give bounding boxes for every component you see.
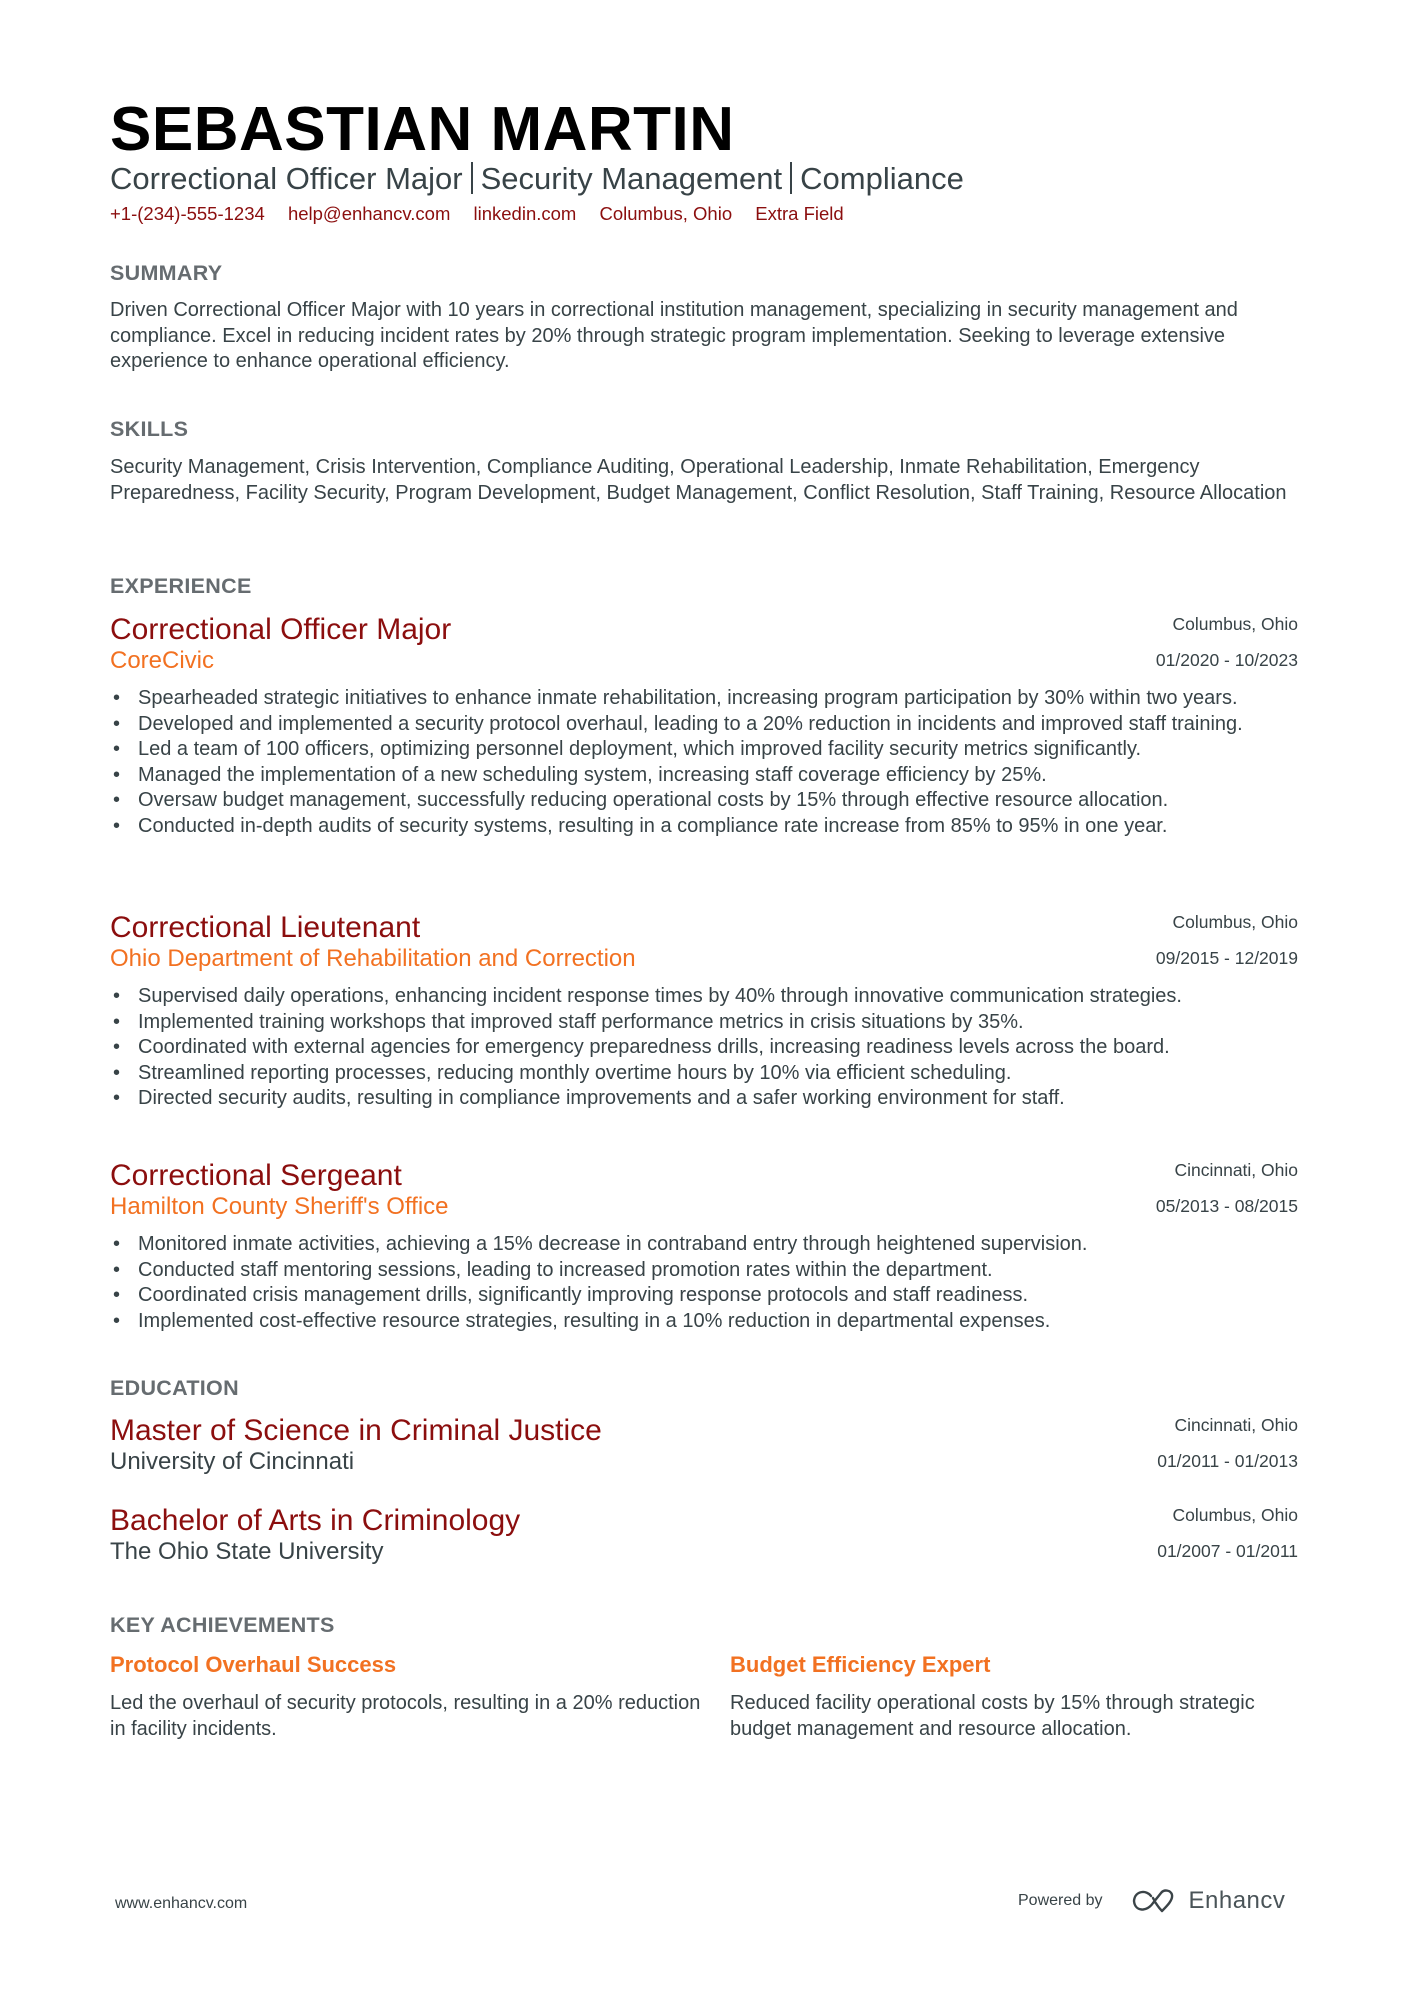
job-dates: 09/2015 - 12/2019 — [1155, 948, 1298, 968]
job-dates: 01/2020 - 10/2023 — [1155, 650, 1298, 670]
achievement-title: Budget Efficiency Expert — [730, 1652, 991, 1677]
skills-heading: SKILLS — [110, 417, 189, 441]
contact-linkedin[interactable]: linkedin.com — [474, 203, 577, 224]
achievements-heading: KEY ACHIEVEMENTS — [110, 1613, 335, 1637]
bullet-item: Implemented cost-effective resource stra… — [113, 1309, 1310, 1335]
job-bullets: Supervised daily operations, enhancing i… — [110, 984, 1310, 1112]
company-name: Ohio Department of Rehabilitation and Co… — [110, 945, 636, 972]
headline-part: Correctional Officer Major — [110, 161, 463, 196]
school-name: The Ohio State University — [110, 1538, 384, 1565]
footer-website[interactable]: www.enhancv.com — [115, 1895, 247, 1913]
job-title: Correctional Officer Major — [110, 613, 452, 646]
candidate-name: SEBASTIAN MARTIN — [110, 95, 735, 164]
bullet-item: Conducted staff mentoring sessions, lead… — [113, 1258, 1310, 1284]
bullet-item: Supervised daily operations, enhancing i… — [113, 984, 1310, 1010]
enhancv-logo[interactable]: Enhancv — [1131, 1887, 1286, 1915]
achievement-item: Budget Efficiency Expert Reduced facilit… — [730, 1651, 1308, 1742]
contact-email[interactable]: help@enhancv.com — [288, 203, 450, 224]
skills-text: Security Management, Crisis Intervention… — [110, 456, 1287, 504]
contact-extra: Extra Field — [755, 203, 844, 224]
bullet-item: Implemented training workshops that impr… — [113, 1010, 1310, 1036]
job-dates: 05/2013 - 08/2015 — [1155, 1196, 1298, 1216]
brand-name: Enhancv — [1188, 1887, 1286, 1914]
experience-heading: EXPERIENCE — [110, 574, 252, 598]
summary-heading: SUMMARY — [110, 261, 223, 285]
job-title: Correctional Sergeant — [110, 1159, 402, 1192]
achievement-description: Led the overhaul of security protocols, … — [110, 1692, 701, 1740]
job-location: Cincinnati, Ohio — [1174, 1160, 1298, 1180]
job-bullets: Spearheaded strategic initiatives to enh… — [110, 686, 1310, 839]
headline: Correctional Officer Major Security Manag… — [110, 160, 964, 198]
bullet-item: Developed and implemented a security pro… — [113, 712, 1310, 738]
achievement-item: Protocol Overhaul Success Led the overha… — [110, 1651, 710, 1742]
headline-separator — [790, 162, 793, 194]
bullet-item: Led a team of 100 officers, optimizing p… — [113, 737, 1310, 763]
company-name: Hamilton County Sheriff's Office — [110, 1193, 449, 1220]
contact-info: +1-(234)-555-1234 help@enhancv.com linke… — [110, 202, 862, 226]
bullet-item: Spearheaded strategic initiatives to enh… — [113, 686, 1310, 712]
company-name: CoreCivic — [110, 647, 215, 674]
enhancv-logo-icon — [1132, 1889, 1173, 1913]
bullet-item: Monitored inmate activities, achieving a… — [113, 1232, 1310, 1258]
job-title: Correctional Lieutenant — [110, 911, 421, 944]
school-location: Columbus, Ohio — [1172, 1505, 1298, 1525]
contact-location: Columbus, Ohio — [599, 203, 733, 224]
bullet-item: Oversaw budget management, successfully … — [113, 788, 1310, 814]
bullet-item: Streamlined reporting processes, reducin… — [113, 1061, 1310, 1087]
degree-title: Bachelor of Arts in Criminology — [110, 1504, 521, 1537]
education-dates: 01/2011 - 01/2013 — [1157, 1451, 1298, 1471]
school-name: University of Cincinnati — [110, 1448, 355, 1475]
footer-branding: Powered by Enhancv — [1018, 1887, 1285, 1915]
bullet-item: Conducted in-depth audits of security sy… — [113, 814, 1310, 840]
achievement-title: Protocol Overhaul Success — [110, 1652, 397, 1677]
contact-phone[interactable]: +1-(234)-555-1234 — [110, 203, 265, 224]
achievement-description: Reduced facility operational costs by 15… — [730, 1692, 1255, 1740]
bullet-item: Directed security audits, resulting in c… — [113, 1086, 1310, 1112]
bullet-item: Managed the implementation of a new sche… — [113, 763, 1310, 789]
degree-title: Master of Science in Criminal Justice — [110, 1414, 602, 1447]
education-heading: EDUCATION — [110, 1376, 239, 1400]
job-bullets: Monitored inmate activities, achieving a… — [110, 1232, 1310, 1334]
school-location: Cincinnati, Ohio — [1174, 1415, 1298, 1435]
bullet-item: Coordinated with external agencies for e… — [113, 1035, 1310, 1061]
summary-text: Driven Correctional Officer Major with 1… — [110, 299, 1238, 372]
job-location: Columbus, Ohio — [1172, 614, 1298, 634]
powered-by-label: Powered by — [1018, 1892, 1103, 1909]
job-location: Columbus, Ohio — [1172, 912, 1298, 932]
headline-part: Security Management — [480, 161, 783, 196]
education-dates: 01/2007 - 01/2011 — [1157, 1541, 1298, 1561]
bullet-item: Coordinated crisis management drills, si… — [113, 1283, 1310, 1309]
headline-separator — [470, 162, 473, 194]
headline-part: Compliance — [800, 161, 964, 196]
